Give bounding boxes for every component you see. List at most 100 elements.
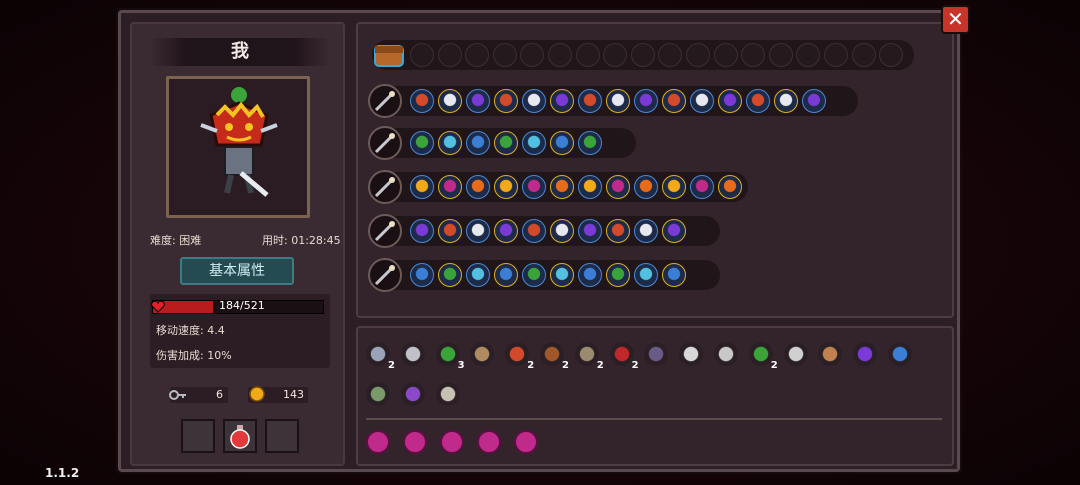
close-button[interactable]: ✕: [941, 5, 970, 34]
inventory-item[interactable]: [783, 342, 808, 366]
spell-icon[interactable]: [494, 263, 518, 287]
backpack-slot[interactable]: [603, 43, 628, 67]
spell-icon[interactable]: [410, 175, 434, 199]
spell-icon[interactable]: [634, 89, 658, 113]
spell-icon[interactable]: [578, 89, 602, 113]
inventory-item[interactable]: [574, 342, 599, 366]
spell-icon[interactable]: [774, 89, 798, 113]
wand-icon[interactable]: [368, 84, 402, 118]
spell-icon[interactable]: [522, 263, 546, 287]
spell-icon[interactable]: [634, 263, 658, 287]
spell-icon[interactable]: [578, 131, 602, 155]
spell-icon[interactable]: [550, 89, 574, 113]
perk-icon[interactable]: [403, 430, 427, 454]
spell-icon[interactable]: [522, 175, 546, 199]
spell-icon[interactable]: [522, 219, 546, 243]
wand-icon[interactable]: [368, 214, 402, 248]
spell-icon[interactable]: [438, 175, 462, 199]
inventory-item[interactable]: [853, 342, 878, 366]
spell-icon[interactable]: [410, 131, 434, 155]
spell-icon[interactable]: [606, 175, 630, 199]
inventory-item[interactable]: [400, 342, 425, 366]
inventory-item[interactable]: [679, 342, 704, 366]
wand-icon[interactable]: [368, 170, 402, 204]
spell-icon[interactable]: [494, 89, 518, 113]
spell-icon[interactable]: [662, 89, 686, 113]
spell-icon[interactable]: [466, 131, 490, 155]
spell-icon[interactable]: [438, 89, 462, 113]
spell-icon[interactable]: [522, 89, 546, 113]
spell-icon[interactable]: [550, 263, 574, 287]
spell-icon[interactable]: [662, 219, 686, 243]
backpack-slot[interactable]: [686, 43, 710, 67]
consumable-slot-3[interactable]: [265, 419, 299, 453]
spell-icon[interactable]: [802, 89, 826, 113]
inventory-item[interactable]: [366, 342, 390, 366]
inventory-item[interactable]: [505, 342, 530, 366]
backpack-slot[interactable]: [410, 43, 434, 67]
perk-icon[interactable]: [440, 430, 464, 454]
spell-icon[interactable]: [634, 219, 658, 243]
inventory-item[interactable]: [748, 342, 773, 366]
spell-icon[interactable]: [466, 175, 490, 199]
spell-icon[interactable]: [550, 131, 574, 155]
spell-icon[interactable]: [550, 219, 574, 243]
spell-icon[interactable]: [606, 219, 630, 243]
spell-icon[interactable]: [690, 175, 714, 199]
tab-basic-attributes[interactable]: 基本属性: [180, 257, 294, 285]
spell-icon[interactable]: [494, 131, 518, 155]
spell-icon[interactable]: [466, 219, 490, 243]
perk-icon[interactable]: [514, 430, 538, 454]
spell-icon[interactable]: [718, 175, 742, 199]
spell-icon[interactable]: [438, 131, 462, 155]
wand-icon[interactable]: [368, 258, 402, 292]
backpack-slot[interactable]: [465, 43, 490, 67]
spell-icon[interactable]: [718, 89, 742, 113]
perk-icon[interactable]: [477, 430, 501, 454]
inventory-item[interactable]: [888, 342, 912, 366]
backpack-slot[interactable]: [768, 43, 793, 67]
chest-icon[interactable]: [372, 40, 406, 70]
inventory-item[interactable]: [540, 342, 564, 366]
backpack-slot[interactable]: [630, 43, 655, 67]
spell-icon[interactable]: [746, 89, 770, 113]
inventory-item[interactable]: [714, 342, 738, 366]
inventory-item[interactable]: [401, 382, 425, 406]
backpack-slot[interactable]: [879, 43, 904, 67]
spell-icon[interactable]: [578, 263, 602, 287]
wand-icon[interactable]: [368, 126, 402, 160]
backpack-slot[interactable]: [575, 43, 600, 67]
backpack-slot[interactable]: [713, 43, 738, 67]
spell-icon[interactable]: [438, 263, 462, 287]
consumable-slot-1[interactable]: [181, 419, 215, 453]
backpack-slot[interactable]: [548, 43, 572, 67]
inventory-item[interactable]: [435, 342, 460, 366]
spell-icon[interactable]: [662, 175, 686, 199]
backpack-slot[interactable]: [741, 43, 766, 67]
spell-icon[interactable]: [578, 219, 602, 243]
inventory-item[interactable]: [366, 382, 390, 406]
backpack-slot[interactable]: [824, 43, 848, 67]
spell-icon[interactable]: [494, 219, 518, 243]
spell-icon[interactable]: [606, 89, 630, 113]
backpack-slot[interactable]: [437, 43, 462, 67]
spell-icon[interactable]: [466, 89, 490, 113]
consumable-slot-2[interactable]: [223, 419, 257, 453]
spell-icon[interactable]: [606, 263, 630, 287]
spell-icon[interactable]: [634, 175, 658, 199]
inventory-item[interactable]: [609, 342, 634, 366]
spell-icon[interactable]: [662, 263, 686, 287]
backpack-slot[interactable]: [851, 43, 876, 67]
spell-icon[interactable]: [578, 175, 602, 199]
spell-icon[interactable]: [550, 175, 574, 199]
spell-icon[interactable]: [466, 263, 490, 287]
backpack-slot[interactable]: [492, 43, 517, 67]
spell-icon[interactable]: [410, 89, 434, 113]
spell-icon[interactable]: [410, 263, 434, 287]
inventory-item[interactable]: [436, 382, 460, 406]
spell-icon[interactable]: [438, 219, 462, 243]
spell-icon[interactable]: [690, 89, 714, 113]
perk-icon[interactable]: [366, 430, 390, 454]
spell-icon[interactable]: [410, 219, 434, 243]
spell-icon[interactable]: [522, 131, 546, 155]
